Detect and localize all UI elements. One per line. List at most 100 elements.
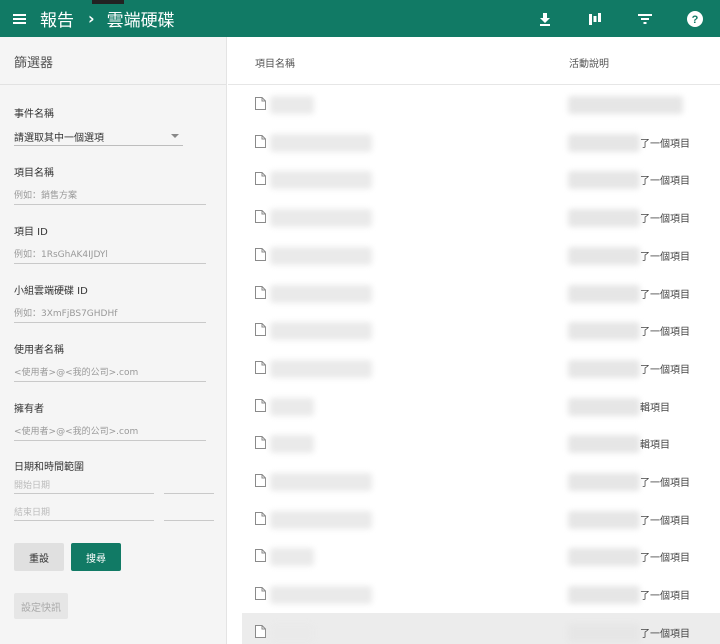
redacted-item-name <box>270 284 372 303</box>
help-button[interactable]: ? <box>670 0 720 37</box>
dropdown-caret-icon <box>171 134 179 138</box>
activity-description: 輯項目 <box>640 402 670 414</box>
table-row[interactable]: 輯項目 <box>242 424 720 462</box>
file-icon <box>255 285 266 299</box>
event-name-field: 事件名稱 請選取其中一個選項 <box>14 105 183 146</box>
activity-description: 輯項目 <box>640 440 670 452</box>
end-time-input[interactable] <box>164 503 214 521</box>
shared-drive-id-label: 小組雲端硬碟 ID <box>14 286 88 297</box>
menu-icon <box>13 13 26 24</box>
shared-drive-id-field: 小組雲端硬碟 ID 例如：3XmFjBS7GHDHf <box>14 282 206 323</box>
file-icon <box>255 398 266 412</box>
file-icon <box>255 587 266 601</box>
redacted-activity <box>568 171 640 190</box>
activity-description: 了一個項目 <box>640 176 690 188</box>
table-row[interactable]: 了一個項目 <box>242 160 720 198</box>
item-id-field: 項目 ID 例如：1RsGhAK4IJDYl <box>14 223 206 264</box>
filter-button[interactable] <box>620 0 670 37</box>
table-row[interactable]: 輯項目 <box>242 387 720 425</box>
item-id-label: 項目 ID <box>14 227 48 238</box>
activity-description: 了一個項目 <box>640 251 690 263</box>
date-range-label: 日期和時間範圍 <box>14 462 84 473</box>
activity-description: 了一個項目 <box>640 515 690 527</box>
table-row[interactable]: 了一個項目 <box>242 123 720 161</box>
help-icon: ? <box>687 10 703 27</box>
redacted-activity <box>568 586 640 605</box>
redacted-activity <box>568 96 683 114</box>
chart-button[interactable] <box>570 0 620 37</box>
redacted-item-name <box>270 171 372 190</box>
event-name-select[interactable]: 請選取其中一個選項 <box>14 126 183 146</box>
event-name-label: 事件名稱 <box>14 109 54 120</box>
redacted-item-name <box>270 510 372 529</box>
breadcrumb-reports[interactable]: 報告 <box>40 6 74 31</box>
redacted-activity <box>568 473 640 491</box>
table-row[interactable]: 了一個項目 <box>242 349 720 387</box>
file-icon <box>255 97 266 110</box>
active-tab-indicator <box>92 0 124 4</box>
download-button[interactable] <box>520 0 570 37</box>
activity-description: 了一個項目 <box>640 364 690 376</box>
table-row[interactable]: 了一個項目 <box>242 274 720 312</box>
activity-description: 了一個項目 <box>640 628 690 640</box>
activity-description: 了一個項目 <box>640 553 690 565</box>
event-name-selected: 請選取其中一個選項 <box>14 133 104 144</box>
redacted-item-name <box>270 397 314 416</box>
app-bar: 報告 › 雲端硬碟 ? <box>0 0 720 37</box>
redacted-activity <box>568 322 640 341</box>
reset-button[interactable]: 重設 <box>14 543 64 571</box>
activity-description: 了一個項目 <box>640 289 690 301</box>
redacted-item-name <box>270 548 314 567</box>
user-name-label: 使用者名稱 <box>14 345 64 356</box>
redacted-item-name <box>270 473 372 491</box>
table-row[interactable] <box>242 85 720 123</box>
shared-drive-id-input[interactable]: 例如：3XmFjBS7GHDHf <box>14 303 206 323</box>
table-row[interactable]: 了一個項目 <box>242 462 720 500</box>
user-name-input[interactable]: <使用者>@<我的公司>.com <box>14 362 206 382</box>
svg-text:?: ? <box>692 14 699 26</box>
download-icon <box>540 12 550 26</box>
item-name-input[interactable]: 例如：銷售方案 <box>14 185 206 205</box>
filter-sidebar: 篩選器 事件名稱 請選取其中一個選項 項目名稱 例如：銷售方案 項目 ID 例如… <box>0 37 227 644</box>
owner-field: 擁有者 <使用者>@<我的公司>.com <box>14 400 206 441</box>
redacted-activity <box>568 209 640 228</box>
file-icon <box>255 210 266 224</box>
file-icon <box>255 134 266 148</box>
table-row[interactable]: 了一個項目 <box>242 575 720 613</box>
file-icon <box>255 474 266 487</box>
chart-icon <box>589 12 601 25</box>
menu-button[interactable] <box>0 0 40 37</box>
column-header-activity[interactable]: 活動說明 <box>569 55 609 70</box>
filter-icon <box>638 13 652 24</box>
table-row[interactable]: 了一個項目 <box>242 537 720 575</box>
table-row[interactable]: 了一個項目 <box>242 311 720 349</box>
redacted-item-name <box>270 359 372 378</box>
set-alert-button[interactable]: 設定快訊 <box>14 593 68 619</box>
file-icon <box>255 624 266 638</box>
redacted-activity <box>568 623 640 642</box>
file-icon <box>255 436 266 450</box>
start-date-input[interactable]: 開始日期 <box>14 476 154 494</box>
user-name-field: 使用者名稱 <使用者>@<我的公司>.com <box>14 341 206 382</box>
table-row[interactable]: 了一個項目 <box>242 500 720 538</box>
file-icon <box>255 511 266 525</box>
redacted-item-name <box>270 133 372 152</box>
redacted-item-name <box>270 322 372 341</box>
redacted-item-name <box>270 246 372 265</box>
start-time-input[interactable] <box>164 476 214 494</box>
column-header-item-name[interactable]: 項目名稱 <box>255 55 295 70</box>
search-button[interactable]: 搜尋 <box>71 543 121 571</box>
redacted-activity <box>568 359 640 378</box>
file-icon <box>255 172 266 186</box>
item-name-label: 項目名稱 <box>14 168 54 179</box>
redacted-item-name <box>270 209 372 228</box>
breadcrumb-separator: › <box>88 9 95 28</box>
activity-description: 了一個項目 <box>640 478 690 489</box>
owner-input[interactable]: <使用者>@<我的公司>.com <box>14 421 206 441</box>
redacted-item-name <box>270 96 314 114</box>
table-row[interactable]: 了一個項目 <box>242 198 720 236</box>
item-id-input[interactable]: 例如：1RsGhAK4IJDYl <box>14 244 206 264</box>
table-row[interactable]: 了一個項目 <box>242 612 720 644</box>
table-row[interactable]: 了一個項目 <box>242 236 720 274</box>
end-date-input[interactable]: 結束日期 <box>14 503 154 521</box>
